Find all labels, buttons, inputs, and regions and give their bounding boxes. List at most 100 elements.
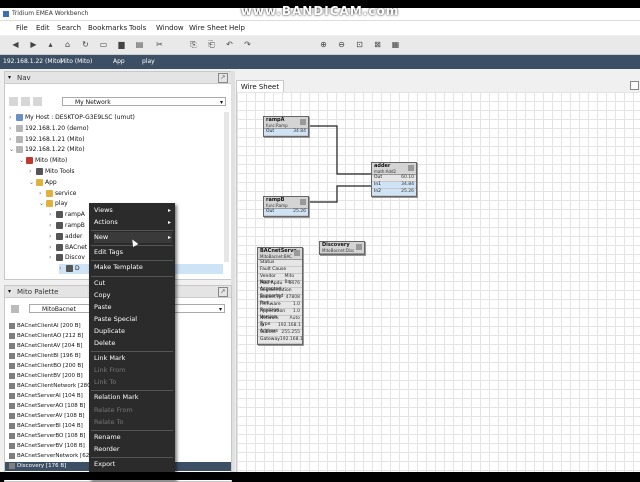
edit-icon[interactable] (11, 305, 19, 313)
chevron-right-icon[interactable]: › (49, 210, 56, 220)
chevron-down-icon[interactable]: ⌄ (29, 178, 36, 188)
palette-item[interactable]: BACnetServerAI [104 B] (9, 392, 83, 401)
zoom-in-icon[interactable]: ⊕ (318, 39, 329, 50)
palette-item[interactable]: BACnetServerBV [108 B] (9, 442, 85, 451)
context-item-link-mark[interactable]: Link Mark (94, 353, 172, 364)
palette-item[interactable]: BACnetServerNetwork [624 B] (9, 452, 100, 461)
palette-item[interactable]: BACnetClientNetwork [280 B] (9, 382, 98, 391)
slot-row[interactable]: Gateway 192.168.1 (258, 337, 303, 344)
menu-window[interactable]: Window (156, 24, 184, 32)
path-segment[interactable]: play (142, 58, 155, 65)
save-icon[interactable]: ▤ (134, 39, 145, 50)
tree-node[interactable]: › Discov (49, 253, 85, 263)
context-item-make-template[interactable]: Make Template (94, 262, 172, 273)
slot-row[interactable]: In2 25.26 (372, 189, 416, 196)
palette-item[interactable]: BACnetServerAV [108 B] (9, 412, 85, 421)
palette-item[interactable]: BACnetClientBO [200 B] (9, 362, 83, 371)
context-item-views[interactable]: Views ▸ (94, 205, 172, 216)
home-icon[interactable] (21, 97, 30, 106)
zoom-fit-icon[interactable]: ⊡ (354, 39, 365, 50)
chevron-right-icon[interactable]: › (49, 221, 56, 231)
context-item-rename[interactable]: Rename (94, 432, 172, 443)
cut-icon[interactable]: ✂ (154, 39, 165, 50)
slot-row[interactable]: Max Apdu Accepted 1476 (258, 281, 302, 292)
palette-item[interactable]: BACnetClientAI [200 B] (9, 322, 81, 331)
slot-row[interactable]: Fault Cause (258, 267, 302, 274)
bookmark-icon[interactable] (33, 97, 42, 106)
tree-node[interactable]: › Mito Tools (29, 167, 75, 177)
menu-file[interactable]: File (16, 24, 28, 32)
context-item-actions[interactable]: Actions ▸ (94, 217, 172, 228)
back-icon[interactable]: ◀ (10, 39, 21, 50)
context-item-delete[interactable]: Delete (94, 338, 172, 349)
component-discovery[interactable]: Discovery MitoBacnet:Disc (319, 241, 365, 255)
menu-tools[interactable]: Tools (129, 24, 146, 32)
component-rampB[interactable]: rampB func:Ramp Out 25.26 (263, 196, 309, 217)
chevron-right-icon[interactable]: › (49, 232, 56, 242)
palette-item[interactable]: BACnetServerBO [108 B] (9, 432, 85, 441)
path-segment[interactable]: Mito (Mito) (60, 58, 92, 65)
slot-row[interactable]: Out 34.84 (264, 129, 308, 136)
redo-icon[interactable]: ↷ (242, 39, 253, 50)
view-popout-icon[interactable] (630, 81, 639, 90)
path-segment[interactable]: App (113, 58, 125, 65)
undo-icon[interactable]: ↶ (224, 39, 235, 50)
menu-bookmarks[interactable]: Bookmarks (88, 24, 127, 32)
chevron-right-icon[interactable]: › (49, 243, 56, 253)
refresh-icon[interactable]: ↻ (80, 39, 91, 50)
link-rampA-adder[interactable] (307, 125, 371, 175)
slot-row[interactable]: Segmentation Supported (258, 288, 302, 299)
slot-row[interactable]: Subnet 255.255 (258, 330, 302, 337)
chevron-right-icon[interactable]: › (9, 124, 16, 134)
chevron-right-icon[interactable]: › (59, 264, 66, 274)
menu-edit[interactable]: Edit (36, 24, 50, 32)
palette-item[interactable]: BACnetServerAO [108 B] (9, 402, 85, 411)
panel-popout-icon[interactable]: ↗ (218, 73, 228, 83)
context-item-export[interactable]: Export (94, 459, 172, 470)
link-rampB-adder[interactable] (307, 185, 371, 203)
tree-node[interactable]: › BACnet (49, 243, 87, 253)
wire-sheet-canvas[interactable]: rampA func:Ramp Out 34.84 rampB func:Ramp O… (236, 92, 640, 480)
chevron-right-icon[interactable]: › (29, 167, 36, 177)
tree-node[interactable]: ⌄ Mito (Mito) (19, 156, 67, 166)
tree-node[interactable]: › 192.168.1.20 (demo) (9, 124, 89, 134)
chevron-right-icon[interactable]: › (9, 135, 16, 145)
forward-icon[interactable]: ▶ (28, 39, 39, 50)
tree-node[interactable]: › service (39, 189, 77, 199)
tree-node[interactable]: ⌄ 192.168.1.22 (Mito) (9, 145, 85, 155)
slot-row[interactable]: Ip Address 192.168.1 (258, 323, 302, 334)
zoom-out-icon[interactable]: ⊖ (336, 39, 347, 50)
chevron-right-icon[interactable]: › (49, 253, 56, 263)
layout-icon[interactable]: ▦ (390, 39, 401, 50)
tree-node[interactable]: ⌄ App (29, 178, 57, 188)
copy-icon[interactable]: ⎘ (188, 39, 199, 50)
zoom-reset-icon[interactable]: ⊠ (372, 39, 383, 50)
slot-row[interactable]: Vendor Name Mito Bac (258, 274, 302, 285)
context-item-edit-tags[interactable]: Edit Tags (94, 247, 172, 258)
tree-node[interactable]: › adder (49, 232, 82, 242)
tree-node[interactable]: › My Host : DESKTOP-G3E9LSC (umut) (9, 113, 135, 123)
chevron-down-icon[interactable]: ⌄ (9, 145, 16, 155)
slot-row[interactable]: Bacnet Ip Port 47808 (258, 295, 302, 306)
tree-node[interactable]: › rampB (49, 221, 85, 231)
menu-wire-sheet[interactable]: Wire Sheet (189, 24, 227, 32)
palette-item[interactable]: BACnetClientBV [200 B] (9, 372, 83, 381)
slot-row[interactable]: Out 25.26 (264, 209, 308, 216)
folder-icon[interactable]: ▆ (116, 39, 127, 50)
slot-row[interactable]: Status (258, 260, 302, 267)
context-item-copy[interactable]: Copy (94, 290, 172, 301)
palette-item[interactable]: BACnetClientAO [212 B] (9, 332, 83, 341)
chevron-right-icon[interactable]: › (39, 189, 46, 199)
refresh-icon[interactable] (9, 97, 18, 106)
slot-row[interactable]: Application Version 1.0 (258, 309, 302, 320)
tree-node[interactable]: ⌄ play (39, 199, 68, 209)
menu-search[interactable]: Search (57, 24, 81, 32)
tree-node[interactable]: › rampA (49, 210, 85, 220)
context-item-paste-special[interactable]: Paste Special (94, 314, 172, 325)
context-item-cut[interactable]: Cut (94, 278, 172, 289)
component-adder[interactable]: adder math:Add2 Out 60.10 In1 34.84 In2 25.2… (371, 162, 417, 197)
palette-item[interactable]: BACnetClientAV [204 B] (9, 342, 82, 351)
palette-item[interactable]: BACnetClientBI [196 B] (9, 352, 81, 361)
chevron-down-icon[interactable]: ⌄ (19, 156, 26, 166)
collapse-icon[interactable]: ▾ (8, 74, 11, 81)
